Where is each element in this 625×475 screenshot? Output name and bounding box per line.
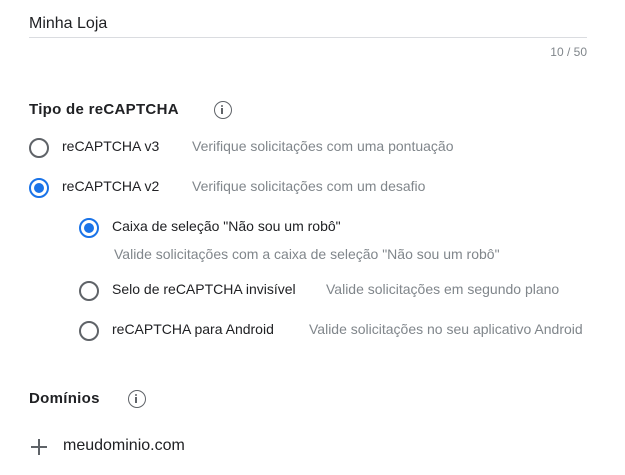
label-input[interactable]: Minha Loja <box>29 13 587 35</box>
option-label-recaptcha-v3[interactable]: reCAPTCHA v3 <box>62 138 159 154</box>
option-description-v2-android: Valide solicitações no seu aplicativo An… <box>309 321 583 337</box>
radio-recaptcha-v3[interactable] <box>29 138 49 158</box>
option-label-v2-checkbox[interactable]: Caixa de seleção "Não sou um robô" <box>112 218 341 234</box>
domain-input[interactable]: meudominio.com <box>63 437 185 455</box>
option-label-v2-invisible[interactable]: Selo de reCAPTCHA invisível <box>112 281 296 297</box>
option-description-v2-invisible: Valide solicitações em segundo plano <box>326 281 560 297</box>
option-description-recaptcha-v3: Verifique solicitações com uma pontuação <box>192 138 454 154</box>
option-description-recaptcha-v2: Verifique solicitações com um desafio <box>192 178 426 194</box>
label-character-counter: 10 / 50 <box>550 45 587 59</box>
option-description-v2-checkbox: Valide solicitações com a caixa de seleç… <box>114 246 500 262</box>
recaptcha-type-info-icon[interactable] <box>214 101 232 119</box>
recaptcha-type-title: Tipo de reCAPTCHA <box>29 101 179 118</box>
option-label-v2-android[interactable]: reCAPTCHA para Android <box>112 321 274 337</box>
plus-icon[interactable] <box>31 439 47 455</box>
label-input-underline <box>29 37 587 38</box>
radio-v2-checkbox[interactable] <box>79 218 99 238</box>
radio-v2-android[interactable] <box>79 321 99 341</box>
domains-info-icon[interactable] <box>128 390 146 408</box>
option-label-recaptcha-v2[interactable]: reCAPTCHA v2 <box>62 178 159 194</box>
radio-recaptcha-v2[interactable] <box>29 178 49 198</box>
radio-v2-invisible[interactable] <box>79 281 99 301</box>
domains-title: Domínios <box>29 390 100 407</box>
